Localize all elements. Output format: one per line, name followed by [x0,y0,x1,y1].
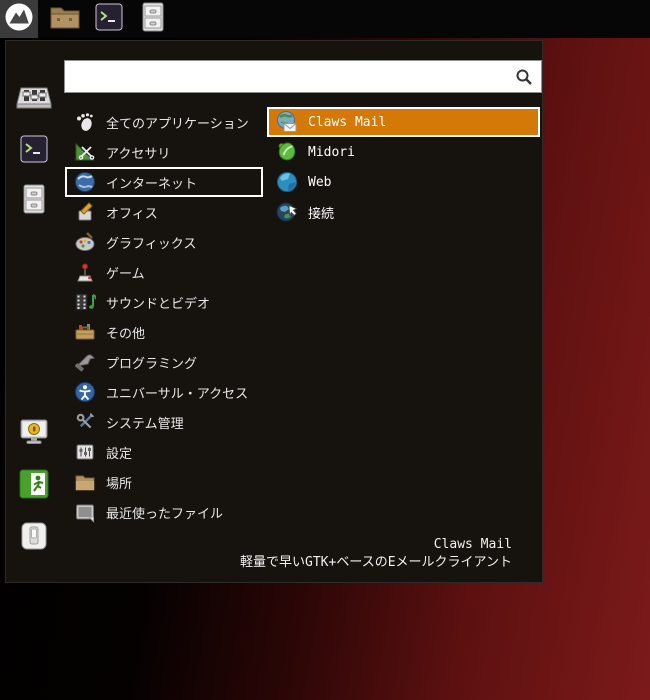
app-claws-mail[interactable]: Claws Mail [267,107,540,137]
sound-and-video-icon [73,290,97,314]
recent-files-icon [73,500,97,524]
other-icon [73,320,97,344]
category-recent-files[interactable]: 最近使ったファイル [65,497,263,527]
selection-title: Claws Mail [433,537,512,552]
file-manager-folder-icon [49,3,81,35]
system-administration-icon [73,410,97,434]
settings-mixer-icon [16,84,52,116]
file-manager-launcher[interactable] [48,2,82,36]
category-label: 全てのアプリケーション [106,116,249,132]
internet-icon [73,170,97,194]
universal-access-icon [73,380,97,404]
terminal-icon [20,135,48,167]
category-label: ゲーム [106,266,145,282]
search-icon [515,68,533,86]
app-midori[interactable]: Midori [267,137,540,167]
app-web[interactable]: Web [267,167,540,197]
category-label: プログラミング [106,356,198,372]
selection-description: 軽量で早いGTK+ベースのEメールクライアント [240,555,512,570]
category-accessories[interactable]: アクセサリ [65,137,263,167]
category-sound-and-video[interactable]: サウンドとビデオ [65,287,263,317]
desktop: { "panel": { "menu_button_icon": "distro… [0,0,650,700]
app-label: 接続 [308,206,335,222]
shut-down-icon [20,521,48,555]
favorite-settings-mixer-button[interactable] [16,83,52,117]
category-label: その他 [106,326,146,342]
category-label: アクセサリ [106,146,171,162]
log-out-button[interactable] [16,469,52,503]
category-label: 場所 [106,476,133,492]
terminal-icon [95,3,123,35]
category-system-administration[interactable]: システム管理 [65,407,263,437]
app-label: Claws Mail [308,114,387,130]
settings-icon [73,440,97,464]
category-places[interactable]: 場所 [65,467,263,497]
search-input[interactable] [65,61,515,92]
shut-down-button[interactable] [16,521,52,555]
top-panel [0,0,650,38]
places-icon [73,470,97,494]
category-label: グラフィックス [106,236,197,252]
lock-screen-button[interactable] [16,418,52,452]
games-icon [73,260,97,284]
category-all-applications[interactable]: 全てのアプリケーション [65,107,263,137]
applications-menu-button[interactable] [0,0,38,38]
app-label: Web [308,174,332,190]
category-label: システム管理 [106,416,184,432]
category-label: インターネット [106,176,198,192]
lock-screen-icon [18,418,50,452]
search-box [64,60,542,93]
network-connection-icon [275,200,299,224]
file-cabinet-icon [141,2,165,36]
office-icon [73,200,97,224]
distro-logo-icon [0,0,38,40]
category-label: ユニバーサル・アクセス [106,386,249,402]
category-universal-access[interactable]: ユニバーサル・アクセス [65,377,263,407]
file-cabinet-launcher[interactable] [136,2,170,36]
midori-icon [275,140,299,164]
category-programming[interactable]: プログラミング [65,347,263,377]
web-browser-icon [275,170,299,194]
category-label: オフィス [106,206,158,222]
category-games[interactable]: ゲーム [65,257,263,287]
app-label: Midori [308,144,355,160]
category-list: 全てのアプリケーション アクセサリ インターネット オフィス グラフィックス ゲ… [65,107,263,527]
app-connection[interactable]: 接続 [267,197,540,227]
programming-icon [73,350,97,374]
file-cabinet-icon [22,184,46,218]
graphics-icon [73,230,97,254]
category-label: 最近使ったファイル [106,506,224,522]
accessories-icon [73,140,97,164]
all-applications-icon [73,110,97,134]
application-list: Claws Mail Midori Web 接続 [267,107,540,227]
favorite-terminal-button[interactable] [16,134,52,168]
selection-info: Claws Mail 軽量で早いGTK+ベースのEメールクライアント [240,536,512,572]
category-other[interactable]: その他 [65,317,263,347]
category-internet[interactable]: インターネット [65,167,263,197]
category-settings[interactable]: 設定 [65,437,263,467]
favorite-file-cabinet-button[interactable] [16,184,52,218]
claws-mail-icon [275,110,299,134]
category-label: サウンドとビデオ [106,296,211,312]
category-office[interactable]: オフィス [65,197,263,227]
application-menu-popup: 全てのアプリケーション アクセサリ インターネット オフィス グラフィックス ゲ… [5,40,543,583]
category-label: 設定 [106,446,133,462]
category-graphics[interactable]: グラフィックス [65,227,263,257]
terminal-launcher[interactable] [92,2,126,36]
log-out-icon [19,469,49,503]
